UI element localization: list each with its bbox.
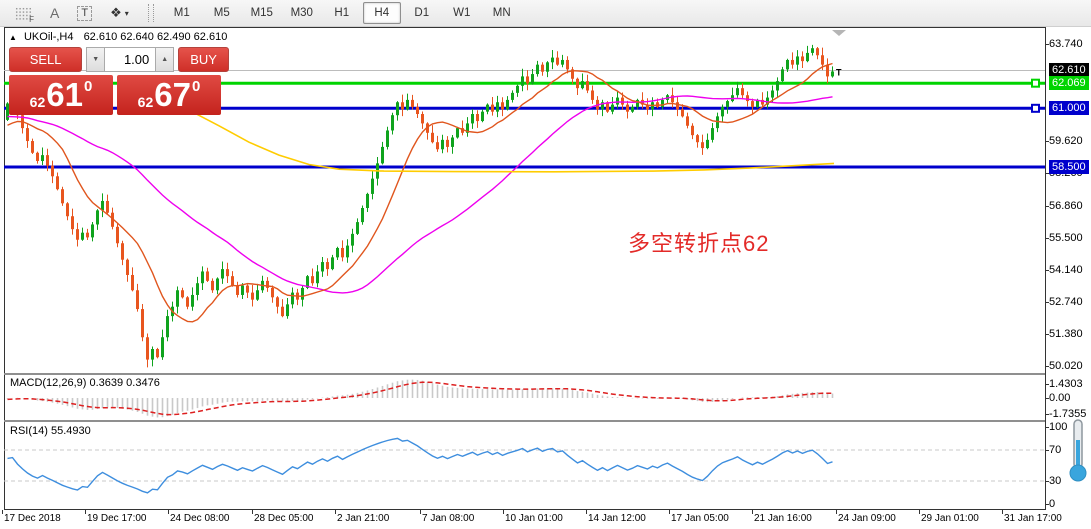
rsi-layer xyxy=(4,422,1045,509)
symbol-period-label: UKOil-,H4 xyxy=(24,31,74,43)
price-axis-label-55.500: 55.500 xyxy=(1049,231,1083,245)
time-axis-tick xyxy=(420,510,421,514)
timeframe-button-mn[interactable]: MN xyxy=(483,2,521,24)
timeframe-button-m30[interactable]: M30 xyxy=(283,2,321,24)
time-axis-tick xyxy=(335,510,336,514)
toolbar: F A T ❖ ▾ M1M5M15M30H1H4D1W1MN xyxy=(0,0,1091,27)
price-axis-label-61.000: 61.000 xyxy=(1049,101,1089,115)
timeframe-button-group: M1M5M15M30H1H4D1W1MN xyxy=(162,2,522,24)
quote-header: ▲ UKOil-,H4 62.610 62.640 62.490 62.610 xyxy=(9,31,227,43)
price-axis-label-59.620: 59.620 xyxy=(1049,134,1083,148)
price-pointer-t-marker: T xyxy=(836,67,842,77)
time-axis-tick xyxy=(252,510,253,514)
rsi-pane[interactable] xyxy=(4,422,1045,509)
chart-text-annotation[interactable]: 多空转折点62 xyxy=(628,226,769,258)
rsi-axis-label-30: 30 xyxy=(1049,474,1061,488)
time-axis-label: 17 Dec 2018 xyxy=(4,513,61,524)
volume-increase-button[interactable]: ▲ xyxy=(155,47,174,72)
volume-input[interactable]: 1.00 xyxy=(105,47,155,72)
arrows-icon: ❖ xyxy=(110,5,122,21)
time-axis-label: 31 Jan 17:00 xyxy=(1004,513,1062,524)
time-axis-tick xyxy=(2,510,3,514)
time-axis-tick xyxy=(836,510,837,514)
rsi-axis-label-0: 0 xyxy=(1049,497,1055,511)
time-axis-tick xyxy=(168,510,169,514)
letter-t-icon: T xyxy=(77,6,92,21)
time-axis-tick xyxy=(586,510,587,514)
arrows-tool-button[interactable]: ❖ ▾ xyxy=(103,2,136,24)
text-label-tool-button[interactable]: A xyxy=(43,2,66,24)
grid-icon: F xyxy=(15,7,32,20)
timeframe-button-w1[interactable]: W1 xyxy=(443,2,481,24)
price-axis-label-56.860: 56.860 xyxy=(1049,199,1083,213)
timeframe-button-m1[interactable]: M1 xyxy=(163,2,201,24)
one-click-trading-panel: SELL ▼ 1.00 ▲ BUY 62 61 0 62 67 0 xyxy=(9,47,229,115)
pattern-grid-tool-icon[interactable]: F xyxy=(8,2,39,24)
chevron-down-icon: ▾ xyxy=(125,9,129,18)
timeframe-button-d1[interactable]: D1 xyxy=(403,2,441,24)
chart-shift-triangle-icon xyxy=(832,30,846,36)
price-axis-label-63.740: 63.740 xyxy=(1049,37,1083,51)
time-axis-label: 28 Dec 05:00 xyxy=(254,513,314,524)
letter-a-icon: A xyxy=(50,5,59,21)
sell-button[interactable]: SELL xyxy=(9,47,82,72)
buy-price-main: 67 xyxy=(154,76,191,114)
buy-price-whole: 62 xyxy=(138,94,154,110)
time-axis-tick xyxy=(1002,510,1003,514)
trading-terminal-window: F A T ❖ ▾ M1M5M15M30H1H4D1W1MN T ▲ UKOil… xyxy=(0,0,1091,529)
buy-price-box[interactable]: 62 67 0 xyxy=(117,75,221,115)
time-axis-tick xyxy=(752,510,753,514)
time-axis[interactable]: 17 Dec 2018 19 Dec 17:00 24 Dec 08:00 28 De… xyxy=(0,510,1091,529)
time-axis-tick xyxy=(503,510,504,514)
price-axis-label-51.380: 51.380 xyxy=(1049,327,1083,341)
macd-axis-label-0.00: 0.00 xyxy=(1049,391,1070,405)
price-axis-label-58.500: 58.500 xyxy=(1049,160,1089,174)
macd-label: MACD(12,26,9) 0.3639 0.3476 xyxy=(10,377,160,389)
time-axis-label: 21 Jan 16:00 xyxy=(754,513,812,524)
macd-pane[interactable] xyxy=(4,375,1045,420)
macd-layer xyxy=(4,375,1045,420)
ohlc-values: 62.610 62.640 62.490 62.610 xyxy=(84,31,228,43)
collapse-panel-icon[interactable]: ▲ xyxy=(9,33,17,42)
time-axis-label: 2 Jan 21:00 xyxy=(337,513,389,524)
time-axis-label: 24 Dec 08:00 xyxy=(170,513,230,524)
price-axis-label-52.740: 52.740 xyxy=(1049,295,1083,309)
rsi-axis-label-70: 70 xyxy=(1049,443,1061,457)
toolbar-grip[interactable] xyxy=(148,4,154,22)
buy-price-pip: 0 xyxy=(192,78,200,95)
sell-price-pip: 0 xyxy=(84,78,92,95)
volume-stepper: ▼ 1.00 ▲ xyxy=(86,47,174,72)
price-axis-label-62.069: 62.069 xyxy=(1049,76,1089,90)
time-axis-label: 14 Jan 12:00 xyxy=(588,513,646,524)
rsi-label: RSI(14) 55.4930 xyxy=(10,425,91,437)
time-axis-label: 10 Jan 01:00 xyxy=(505,513,563,524)
sell-price-main: 61 xyxy=(46,76,83,114)
volume-decrease-button[interactable]: ▼ xyxy=(86,47,105,72)
time-axis-tick xyxy=(919,510,920,514)
text-tool-button[interactable]: T xyxy=(70,2,99,24)
timeframe-button-h1[interactable]: H1 xyxy=(323,2,361,24)
time-axis-tick xyxy=(85,510,86,514)
time-axis-label: 24 Jan 09:00 xyxy=(838,513,896,524)
buy-button[interactable]: BUY xyxy=(178,47,229,72)
price-axis-label-50.020: 50.020 xyxy=(1049,359,1083,373)
time-axis-label: 17 Jan 05:00 xyxy=(671,513,729,524)
timeframe-button-h4[interactable]: H4 xyxy=(363,2,401,24)
time-axis-label: 29 Jan 01:00 xyxy=(921,513,979,524)
price-axis-label-54.140: 54.140 xyxy=(1049,263,1083,277)
thermometer-icon xyxy=(1068,418,1088,489)
time-axis-label: 19 Dec 17:00 xyxy=(87,513,147,524)
timeframe-button-m5[interactable]: M5 xyxy=(203,2,241,24)
sell-price-whole: 62 xyxy=(30,94,46,110)
rsi-axis-label-100: 100 xyxy=(1049,420,1067,434)
time-axis-tick xyxy=(669,510,670,514)
sell-price-box[interactable]: 62 61 0 xyxy=(9,75,113,115)
macd-axis-label-1.4303: 1.4303 xyxy=(1049,377,1083,391)
timeframe-button-m15[interactable]: M15 xyxy=(243,2,281,24)
time-axis-label: 7 Jan 08:00 xyxy=(422,513,474,524)
